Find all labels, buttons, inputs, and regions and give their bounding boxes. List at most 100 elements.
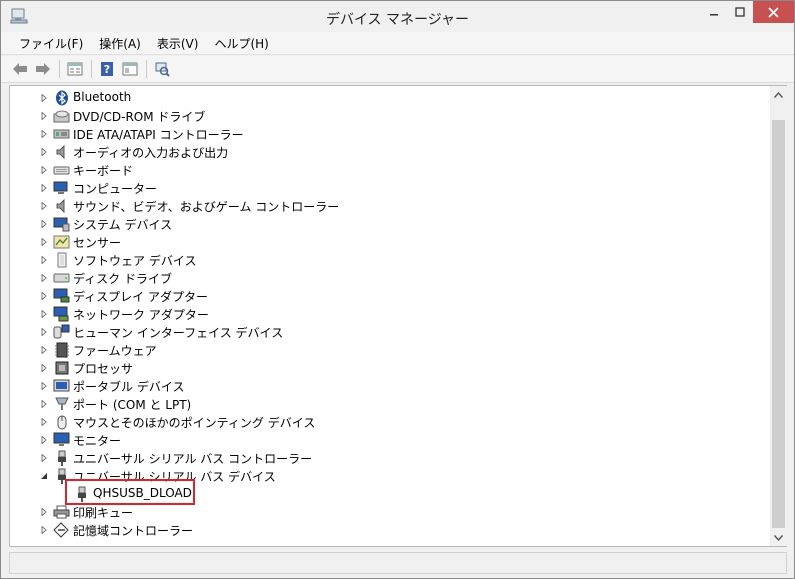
collapsed-arrow-icon[interactable] bbox=[40, 436, 48, 444]
menu-view[interactable]: 表示(V) bbox=[149, 35, 207, 52]
toolbar-separator bbox=[59, 60, 60, 78]
tree-item-label: ディスプレイ アダプター bbox=[73, 290, 208, 304]
software-device-icon bbox=[53, 252, 70, 268]
collapsed-arrow-icon[interactable] bbox=[40, 148, 48, 156]
device-tree-panel: Bluetooth DVD/CD-ROM ドライブ IDE ATA/ATAPI コン… bbox=[9, 85, 787, 547]
tree-item[interactable]: IDE ATA/ATAPI コントローラー bbox=[10, 125, 750, 143]
tree-item-label: ネットワーク アダプター bbox=[73, 308, 209, 322]
ide-controller-icon bbox=[53, 126, 70, 142]
collapsed-arrow-icon[interactable] bbox=[40, 346, 48, 354]
tree-item[interactable]: ポート (COM と LPT) bbox=[10, 395, 750, 413]
collapsed-arrow-icon[interactable] bbox=[40, 94, 48, 102]
properties-grid-icon[interactable] bbox=[64, 58, 86, 80]
device-tree[interactable]: Bluetooth DVD/CD-ROM ドライブ IDE ATA/ATAPI コン… bbox=[10, 86, 770, 546]
collapsed-arrow-icon[interactable] bbox=[40, 238, 48, 246]
tree-item[interactable]: マウスとそのほかのポインティング デバイス bbox=[10, 413, 750, 431]
collapsed-arrow-icon[interactable] bbox=[40, 526, 48, 534]
tree-item[interactable]: ユニバーサル シリアル バス コントローラー bbox=[10, 449, 750, 467]
highlight-box bbox=[65, 479, 195, 505]
collapsed-arrow-icon[interactable] bbox=[40, 400, 48, 408]
tree-item[interactable]: ディスク ドライブ bbox=[10, 269, 750, 287]
disk-drive-icon bbox=[53, 270, 70, 286]
collapsed-arrow-icon[interactable] bbox=[40, 112, 48, 120]
tree-item[interactable]: モニター bbox=[10, 431, 750, 449]
console-tree-icon[interactable] bbox=[119, 58, 141, 80]
tree-item[interactable]: ソフトウェア デバイス bbox=[10, 251, 750, 269]
computer-icon bbox=[53, 180, 70, 196]
tree-item[interactable]: ファームウェア bbox=[10, 341, 750, 359]
title-bar[interactable]: デバイス マネージャー bbox=[1, 1, 794, 32]
tree-item[interactable]: システム デバイス bbox=[10, 215, 750, 233]
tree-item-label: サウンド、ビデオ、およびゲーム コントローラー bbox=[73, 200, 340, 214]
back-arrow-icon[interactable] bbox=[9, 58, 31, 80]
menu-bar: ファイル(F) 操作(A) 表示(V) ヘルプ(H) bbox=[1, 32, 794, 55]
collapsed-arrow-icon[interactable] bbox=[40, 256, 48, 264]
collapsed-arrow-icon[interactable] bbox=[40, 292, 48, 300]
collapsed-arrow-icon[interactable] bbox=[40, 310, 48, 318]
help-icon[interactable]: ? bbox=[96, 58, 118, 80]
tree-item[interactable]: サウンド、ビデオ、およびゲーム コントローラー bbox=[10, 197, 750, 215]
close-button[interactable] bbox=[753, 1, 794, 23]
tree-item[interactable]: Bluetooth bbox=[10, 89, 750, 107]
tree-item-label: ディスク ドライブ bbox=[73, 272, 172, 286]
collapsed-arrow-icon[interactable] bbox=[40, 202, 48, 210]
tree-item-label: システム デバイス bbox=[73, 218, 173, 232]
menu-action[interactable]: 操作(A) bbox=[91, 35, 149, 52]
tree-item-label: Bluetooth bbox=[73, 90, 132, 104]
processor-icon bbox=[53, 360, 70, 376]
tree-item[interactable]: プロセッサ bbox=[10, 359, 750, 377]
network-adapter-icon bbox=[53, 306, 70, 322]
tree-item-label: コンピューター bbox=[73, 182, 158, 196]
system-device-icon bbox=[53, 216, 70, 232]
collapsed-arrow-icon[interactable] bbox=[40, 454, 48, 462]
collapsed-arrow-icon[interactable] bbox=[40, 184, 48, 192]
tree-item[interactable]: コンピューター bbox=[10, 179, 750, 197]
window-title: デバイス マネージャー bbox=[325, 12, 470, 28]
keyboard-icon bbox=[53, 162, 70, 178]
scroll-thumb[interactable] bbox=[772, 120, 785, 528]
tree-item[interactable]: 記憶域コントローラー bbox=[10, 521, 750, 539]
scroll-up-icon[interactable] bbox=[770, 86, 787, 103]
tree-item-label: センサー bbox=[73, 236, 122, 250]
minimize-button[interactable] bbox=[701, 1, 727, 23]
tree-item[interactable]: センサー bbox=[10, 233, 750, 251]
tree-item[interactable]: キーボード bbox=[10, 161, 750, 179]
vertical-scrollbar[interactable] bbox=[770, 86, 787, 546]
toolbar-separator bbox=[91, 60, 92, 78]
scroll-down-icon[interactable] bbox=[770, 529, 787, 546]
tree-item-label: ヒューマン インターフェイス デバイス bbox=[73, 326, 284, 340]
tree-item-label: ポート (COM と LPT) bbox=[73, 398, 192, 412]
tree-item-label: 記憶域コントローラー bbox=[73, 524, 194, 538]
collapsed-arrow-icon[interactable] bbox=[40, 418, 48, 426]
collapsed-arrow-icon[interactable] bbox=[40, 364, 48, 372]
collapsed-arrow-icon[interactable] bbox=[40, 328, 48, 336]
menu-help[interactable]: ヘルプ(H) bbox=[206, 35, 276, 52]
collapsed-arrow-icon[interactable] bbox=[40, 166, 48, 174]
tree-item[interactable]: ディスプレイ アダプター bbox=[10, 287, 750, 305]
tree-item[interactable]: ポータブル デバイス bbox=[10, 377, 750, 395]
collapsed-arrow-icon[interactable] bbox=[40, 220, 48, 228]
tree-item[interactable]: ヒューマン インターフェイス デバイス bbox=[10, 323, 750, 341]
tree-item-label: 印刷キュー bbox=[73, 506, 134, 520]
mouse-icon bbox=[53, 414, 70, 430]
toolbar: ? bbox=[1, 56, 794, 83]
tree-item-label: ファームウェア bbox=[73, 344, 157, 358]
tree-item[interactable]: 印刷キュー bbox=[10, 503, 750, 521]
menu-file[interactable]: ファイル(F) bbox=[11, 35, 91, 52]
tree-item-label: オーディオの入力および出力 bbox=[73, 146, 229, 160]
collapsed-arrow-icon[interactable] bbox=[40, 508, 48, 516]
maximize-button[interactable] bbox=[727, 1, 753, 23]
tree-item-label: DVD/CD-ROM ドライブ bbox=[73, 110, 206, 124]
tree-item[interactable]: ネットワーク アダプター bbox=[10, 305, 750, 323]
collapsed-arrow-icon[interactable] bbox=[40, 382, 48, 390]
scan-hardware-icon[interactable] bbox=[151, 58, 173, 80]
collapsed-arrow-icon[interactable] bbox=[40, 274, 48, 282]
storage-controller-icon bbox=[53, 522, 70, 538]
usb-icon bbox=[53, 450, 70, 466]
expanded-arrow-icon[interactable] bbox=[40, 472, 48, 480]
tree-item[interactable]: DVD/CD-ROM ドライブ bbox=[10, 107, 750, 125]
collapsed-arrow-icon[interactable] bbox=[40, 130, 48, 138]
portable-device-icon bbox=[53, 378, 70, 394]
forward-arrow-icon[interactable] bbox=[32, 58, 54, 80]
tree-item[interactable]: オーディオの入力および出力 bbox=[10, 143, 750, 161]
